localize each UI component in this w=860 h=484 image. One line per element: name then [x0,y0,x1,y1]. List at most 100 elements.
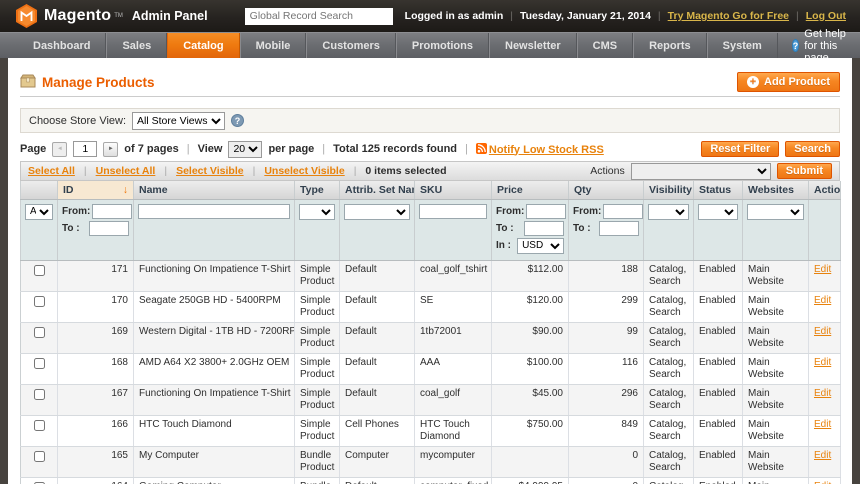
store-view-help-icon[interactable]: ? [231,114,245,127]
select-all-link[interactable]: Select All [28,165,75,177]
filter-websites-select[interactable] [747,203,804,220]
nav-item-reports[interactable]: Reports [633,33,707,58]
filter-price-to-input[interactable] [524,220,564,236]
nav-item-dashboard[interactable]: Dashboard [18,33,107,58]
cell-id: 164 [57,477,134,484]
page-label: Page [20,143,47,155]
column-header-attrib-set[interactable]: Attrib. Set Name [339,181,415,200]
filter-price-from-input[interactable] [526,203,566,219]
column-header-checkbox [20,181,58,200]
edit-link[interactable]: Edit [814,481,831,484]
table-row[interactable]: 171 Functioning On Impatience T-Shirt Ne… [20,260,841,292]
filter-status-select[interactable] [698,203,738,220]
row-checkbox[interactable] [33,295,45,307]
filter-id-from-input[interactable] [92,203,132,219]
row-checkbox[interactable] [33,264,45,276]
unselect-all-link[interactable]: Unselect All [96,165,156,177]
nav-item-newsletter[interactable]: Newsletter [489,33,577,58]
edit-link[interactable]: Edit [814,450,831,461]
cell-checkbox [20,353,58,385]
filter-row: Any From: To : From: To: In: USD From:… [20,199,841,261]
filter-id-to-input[interactable] [89,220,129,236]
cell-sku: coal_golf_tshirt [414,260,492,292]
column-header-websites[interactable]: Websites [742,181,809,200]
edit-link[interactable]: Edit [814,388,831,399]
row-checkbox[interactable] [33,419,45,431]
search-button[interactable]: Search [785,141,840,157]
cell-type: Simple Product [294,260,340,292]
logout-link[interactable]: Log Out [806,10,846,22]
magento-logo[interactable]: Magento TM Admin Panel [16,4,208,28]
cell-type: Simple Product [294,353,340,385]
page-number-input[interactable] [73,141,98,157]
nav-item-catalog[interactable]: Catalog [167,33,240,58]
submit-button[interactable]: Submit [776,163,832,179]
filter-any-select[interactable]: Any [25,203,53,220]
nav-item-promotions[interactable]: Promotions [395,33,489,58]
column-header-visibility[interactable]: Visibility [643,181,694,200]
edit-link[interactable]: Edit [814,264,831,275]
reset-filter-button[interactable]: Reset Filter [701,141,780,157]
table-row[interactable]: 165 My Computer Bundle Product Computer … [20,446,841,478]
filter-sku-input[interactable] [419,203,487,219]
column-header-status[interactable]: Status [693,181,743,200]
column-header-name[interactable]: Name [133,181,295,200]
row-checkbox[interactable] [33,357,45,369]
edit-link[interactable]: Edit [814,326,831,337]
filter-qty-to-input[interactable] [599,220,639,236]
row-checkbox[interactable] [33,388,45,400]
cell-attrib-set: Computer [339,446,415,478]
column-header-price[interactable]: Price [491,181,569,200]
per-page-select[interactable]: 20 [228,140,263,158]
separator: | [796,10,799,22]
column-header-sku[interactable]: SKU [414,181,492,200]
column-header-type[interactable]: Type [294,181,340,200]
row-checkbox[interactable] [33,450,45,462]
unselect-visible-link[interactable]: Unselect Visible [264,165,344,177]
edit-link[interactable]: Edit [814,419,831,430]
edit-link[interactable]: Edit [814,295,831,306]
low-stock-rss-link[interactable]: Notify Low Stock RSS [475,142,604,156]
global-search-input[interactable] [244,7,393,25]
select-visible-link[interactable]: Select Visible [176,165,244,177]
nav-item-customers[interactable]: Customers [306,33,396,58]
nav-item-mobile[interactable]: Mobile [239,33,307,58]
actions-select[interactable] [630,162,771,180]
filter-attrib-set-select[interactable] [344,203,410,220]
filter-visibility-select[interactable] [648,203,689,220]
cell-qty: 0 [568,446,644,478]
nav-item-system[interactable]: System [706,33,778,58]
table-row[interactable]: 164 Gaming Computer Bundle Product Defau… [20,477,841,484]
cell-status: Enabled [693,477,743,484]
cell-id: 171 [57,260,134,292]
column-header-qty[interactable]: Qty [568,181,644,200]
filter-name-input[interactable] [138,203,290,219]
filter-currency-select[interactable]: USD [517,237,564,254]
cell-action: Edit [808,384,841,416]
add-product-button[interactable]: + Add Product [737,72,840,92]
column-header-id[interactable]: ID ↓ [57,181,134,200]
filter-qty-from-input[interactable] [603,203,643,219]
filter-type-select[interactable] [299,203,335,220]
nav-item-cms[interactable]: CMS [576,33,634,58]
row-checkbox[interactable] [33,326,45,338]
table-row[interactable]: 167 Functioning On Impatience T-Shirt Si… [20,384,841,416]
cell-websites: Main Website [742,384,809,416]
magento-go-link[interactable]: Try Magento Go for Free [668,10,789,22]
rss-icon [475,142,487,154]
next-page-button[interactable]: ► [103,141,119,157]
per-page-label: per page [268,143,315,155]
nav-item-sales[interactable]: Sales [106,33,168,58]
edit-link[interactable]: Edit [814,357,831,368]
cell-attrib-set: Default [339,384,415,416]
page-help-link[interactable]: ? Get help for this page [778,28,860,64]
table-row[interactable]: 169 Western Digital - 1TB HD - 7200RPM S… [20,322,841,354]
store-view-select[interactable]: All Store Views [132,111,226,130]
table-row[interactable]: 170 Seagate 250GB HD - 5400RPM Simple Pr… [20,291,841,323]
cell-status: Enabled [693,291,743,323]
items-selected-count: 0 items selected [365,165,447,177]
title-divider [20,96,840,97]
table-row[interactable]: 168 AMD A64 X2 3800+ 2.0GHz OEM Simple P… [20,353,841,385]
table-row[interactable]: 166 HTC Touch Diamond Simple Product Cel… [20,415,841,447]
cell-price: $90.00 [491,322,569,354]
